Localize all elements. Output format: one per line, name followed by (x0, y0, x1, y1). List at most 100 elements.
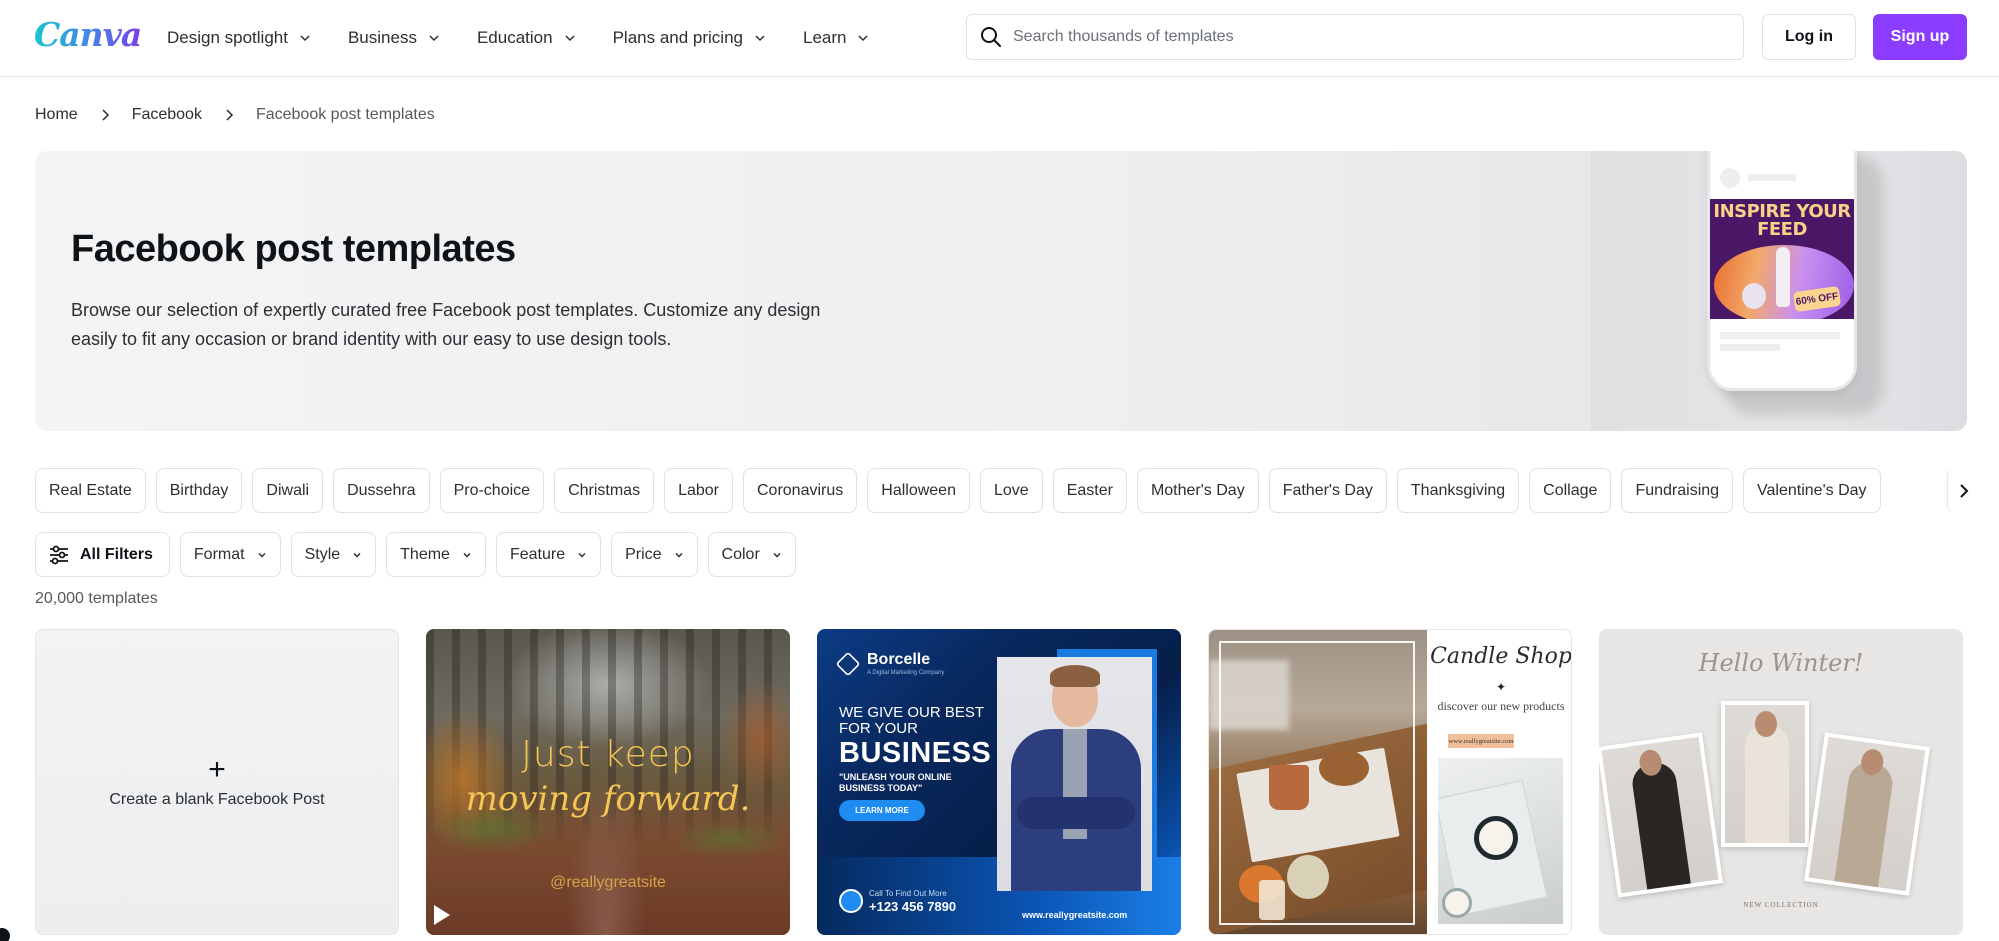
template-text: Borcelle (867, 651, 931, 668)
template-card-just-keep-moving[interactable]: Just keep moving forward. @reallygreatsi… (426, 629, 790, 935)
chevron-down-icon (429, 35, 439, 42)
filter-style[interactable]: Style (290, 532, 377, 577)
filter-label: Price (625, 545, 662, 563)
category-chip[interactable]: Mother's Day (1136, 468, 1259, 513)
nav-label: Learn (803, 28, 847, 47)
placeholder-line (1748, 174, 1796, 181)
page-title: Facebook post templates (71, 228, 516, 270)
template-text: @reallygreatsite (550, 874, 666, 891)
filter-color[interactable]: Color (707, 532, 796, 577)
breadcrumb-facebook[interactable]: Facebook (132, 106, 202, 124)
template-text: moving forward. (465, 779, 751, 819)
category-chip[interactable]: Collage (1529, 468, 1612, 513)
category-chip[interactable]: Father's Day (1268, 468, 1387, 513)
template-text: A Digital Marketing Company (867, 670, 945, 676)
template-card-hello-winter[interactable]: Hello Winter! NEW COLLECTION (1599, 629, 1963, 935)
login-button[interactable]: Log in (1762, 14, 1856, 60)
candle (1474, 816, 1518, 860)
hero-banner: Facebook post templates Browse our selec… (35, 151, 1967, 431)
search-bar[interactable] (966, 14, 1744, 60)
breadcrumb: Home Facebook Facebook post templates (35, 106, 435, 124)
category-chip[interactable]: Real Estate (35, 468, 146, 513)
cube-logo-icon (835, 651, 861, 677)
filter-label: Color (721, 545, 760, 563)
placeholder-avatar (1720, 168, 1740, 188)
template-card-candle-shop[interactable]: Candle Shop ✦ discover our new products … (1208, 629, 1572, 935)
category-chip[interactable]: Coronavirus (743, 468, 858, 513)
category-chip[interactable]: Dussehra (333, 468, 430, 513)
canva-logo[interactable]: Canva (34, 12, 142, 58)
category-chip[interactable]: Love (979, 468, 1043, 513)
category-chip[interactable]: Thanksgiving (1396, 468, 1520, 513)
phone-mockup: INSPIRE YOUR FEED 60% OFF (1707, 151, 1857, 391)
phone-icon (839, 889, 863, 913)
template-text: BUSINESS (839, 737, 992, 769)
template-text: www.reallygreatsite.com (1448, 734, 1514, 748)
nav-learn[interactable]: Learn (803, 22, 869, 54)
sample-post: INSPIRE YOUR FEED 60% OFF (1710, 199, 1854, 319)
chevron-down-icon (578, 552, 586, 558)
businessman-photo (997, 657, 1152, 891)
create-blank-label: Create a blank Facebook Post (109, 791, 325, 808)
chevron-down-icon (300, 35, 310, 42)
filter-price[interactable]: Price (611, 532, 698, 577)
nav-plans-and-pricing[interactable]: Plans and pricing (613, 22, 765, 54)
results-count: 20,000 templates (35, 590, 158, 607)
page-description: Browse our selection of expertly curated… (71, 300, 821, 349)
filter-bar: All Filters Format Style Theme Feature P… (35, 532, 796, 577)
template-text: LEARN MORE (839, 800, 925, 821)
template-text: WE GIVE OUR BEST FOR YOUR (839, 704, 984, 737)
template-card-borcelle-business[interactable]: Borcelle A Digital Marketing Company WE … (817, 629, 1181, 935)
template-text: NEW COLLECTION (1743, 901, 1819, 909)
category-chip[interactable]: Diwali (252, 468, 324, 513)
nav-education[interactable]: Education (477, 22, 575, 54)
breadcrumb-home[interactable]: Home (35, 106, 78, 124)
chips-next-button[interactable] (1947, 468, 1999, 513)
template-text: www.reallygreatsite.com (1022, 910, 1128, 920)
template-grid: + Create a blank Facebook Post Just keep… (35, 629, 1963, 935)
category-chip[interactable]: Birthday (155, 468, 243, 513)
chevron-down-icon (258, 552, 266, 558)
category-chip[interactable]: Christmas (554, 468, 655, 513)
chevron-down-icon (858, 35, 869, 42)
placeholder-line (1720, 344, 1780, 351)
candle-photo (1438, 758, 1563, 924)
figure-head (1755, 711, 1777, 737)
all-filters-button[interactable]: All Filters (35, 532, 170, 577)
chevron-down-icon (463, 552, 471, 558)
search-input[interactable] (1013, 28, 1713, 46)
nav-label: Business (347, 28, 417, 47)
template-text: Candle Shop (1430, 644, 1572, 669)
model-photo (1599, 732, 1724, 898)
filter-theme[interactable]: Theme (386, 532, 486, 577)
template-text: discover our new products (1437, 699, 1565, 713)
category-chip[interactable]: Easter (1052, 468, 1127, 513)
model-photo (1804, 732, 1930, 896)
category-chip[interactable]: Fundraising (1621, 468, 1734, 513)
filter-feature[interactable]: Feature (495, 532, 602, 577)
template-text: Just keep (521, 734, 695, 775)
create-blank-card[interactable]: + Create a blank Facebook Post (35, 629, 399, 935)
cursor-indicator (0, 928, 10, 941)
category-chip[interactable]: Valentine's Day (1743, 468, 1881, 513)
plus-icon: + (208, 753, 226, 786)
template-text: "UNLEASH YOUR ONLINE BUSINESS TODAY" (839, 772, 952, 793)
signup-button[interactable]: Sign up (1873, 14, 1967, 60)
all-filters-label: All Filters (80, 545, 153, 563)
chevron-down-icon (675, 552, 683, 558)
candle (1442, 888, 1472, 918)
category-chip[interactable]: Pro-choice (439, 468, 545, 513)
category-chip[interactable]: Halloween (867, 468, 970, 513)
chevron-down-icon (353, 552, 361, 558)
vase-shape (1742, 283, 1766, 309)
nav-design-spotlight[interactable]: Design spotlight (167, 22, 310, 54)
filter-format[interactable]: Format (179, 532, 281, 577)
category-chip[interactable]: Labor (664, 468, 733, 513)
photo-frame (1219, 641, 1415, 925)
nav-business[interactable]: Business (348, 22, 439, 54)
placeholder-line (1720, 332, 1840, 339)
nav-label: Plans and pricing (612, 28, 743, 47)
template-text: Hello Winter! (1698, 649, 1864, 677)
filter-label: Feature (509, 545, 566, 563)
sparkle-icon: ✦ (1495, 680, 1507, 694)
